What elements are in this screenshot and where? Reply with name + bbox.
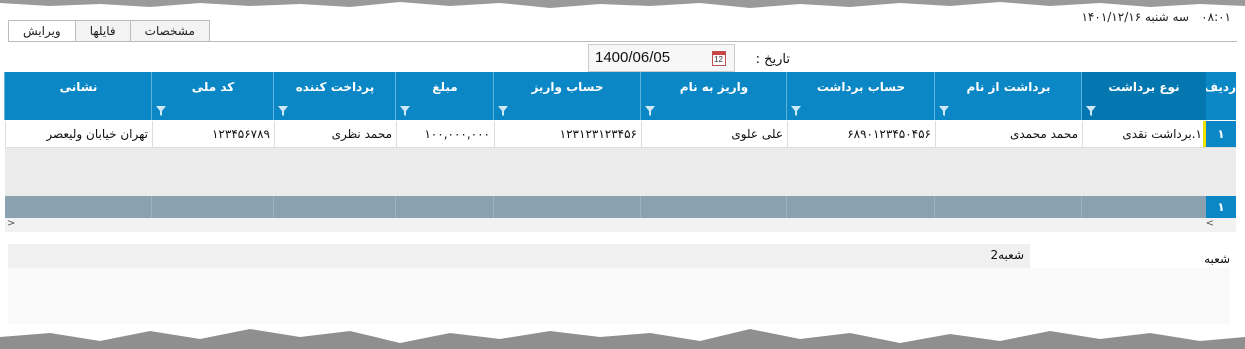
current-date: سه شنبه ۱۴۰۱/۱۲/۱۶ [1081,10,1189,24]
tab-bar: ویرایش فایلها مشخصات [8,20,210,42]
torn-edge-bottom [0,329,1245,349]
column-header-from-account[interactable]: حساب برداشت [786,72,935,120]
row-number[interactable]: ۱ [1206,121,1236,147]
clock-time: ۰۸:۰۱ [1201,10,1231,24]
branch-value: شعبه2 [990,248,1024,262]
column-header-type[interactable]: نوع برداشت [1081,72,1206,120]
cell-to-account[interactable]: ۱۲۳۱۲۳۱۲۳۴۵۶ [494,121,641,147]
summary-cell [493,196,641,218]
tab-files[interactable]: فایلها [74,20,131,41]
scroll-left-icon[interactable]: < [7,218,15,229]
filter-icon[interactable] [400,106,410,116]
column-header-national-code[interactable]: کد ملی [151,72,274,120]
filter-icon[interactable] [939,106,949,116]
summary-cell [273,196,396,218]
lower-panel [8,268,1230,324]
column-header-row-no[interactable]: ردیف [1204,72,1236,120]
tab-details[interactable]: مشخصات [129,20,210,41]
cell-type[interactable]: ۱.برداشت نقدی [1082,121,1206,147]
summary-cell [151,196,274,218]
scroll-right-icon[interactable]: > [1206,218,1214,229]
grid-empty-area [5,148,1236,196]
summary-cell [786,196,935,218]
date-label: تاریخ : [755,52,790,67]
column-header-from-name[interactable]: برداشت از نام [934,72,1082,120]
filter-icon[interactable] [498,106,508,116]
grid-summary-row: ۱ [5,196,1236,218]
summary-cell [1081,196,1206,218]
date-value: 1400/06/05 [595,49,671,66]
summary-cell [934,196,1082,218]
filter-icon[interactable] [156,106,166,116]
cell-address[interactable]: تهران خیابان ولیعصر [5,121,152,147]
cell-national-code[interactable]: ۱۲۳۴۵۶۷۸۹ [152,121,274,147]
horizontal-scrollbar[interactable]: < > [5,218,1236,232]
column-header-to-account[interactable]: حساب واریز [493,72,641,120]
filter-icon[interactable] [1086,106,1096,116]
summary-cell [640,196,787,218]
column-header-amount[interactable]: مبلغ [395,72,494,120]
cell-from-account[interactable]: ۶۸۹۰۱۲۳۴۵۰۴۵۶ [787,121,935,147]
filter-icon[interactable] [645,106,655,116]
cell-payer[interactable]: محمد نظری [274,121,396,147]
column-header-payer[interactable]: پرداخت کننده [273,72,396,120]
grid-header: ردیف نوع برداشت برداشت از نام حساب برداش… [4,72,1236,120]
cell-amount[interactable]: ۱۰۰,۰۰۰,۰۰۰ [396,121,494,147]
cell-from-name[interactable]: محمد محمدی [935,121,1082,147]
date-input[interactable]: 1400/06/05 12 [588,44,735,72]
column-header-to-name[interactable]: واریز به نام [640,72,787,120]
filter-icon[interactable] [278,106,288,116]
branch-field[interactable]: شعبه2 [8,244,1030,268]
cell-to-name[interactable]: علی علوی [641,121,787,147]
tab-divider [8,41,1237,42]
branch-label: شعبه [1204,252,1230,266]
calendar-icon[interactable]: 12 [712,51,726,66]
summary-cell [395,196,494,218]
table-row[interactable]: ۱.برداشت نقدی محمد محمدی ۶۸۹۰۱۲۳۴۵۰۴۵۶ ع… [5,121,1236,148]
tab-edit[interactable]: ویرایش [8,20,76,42]
filter-icon[interactable] [791,106,801,116]
summary-count: ۱ [1206,196,1236,218]
column-header-address[interactable]: نشانی [4,72,152,120]
